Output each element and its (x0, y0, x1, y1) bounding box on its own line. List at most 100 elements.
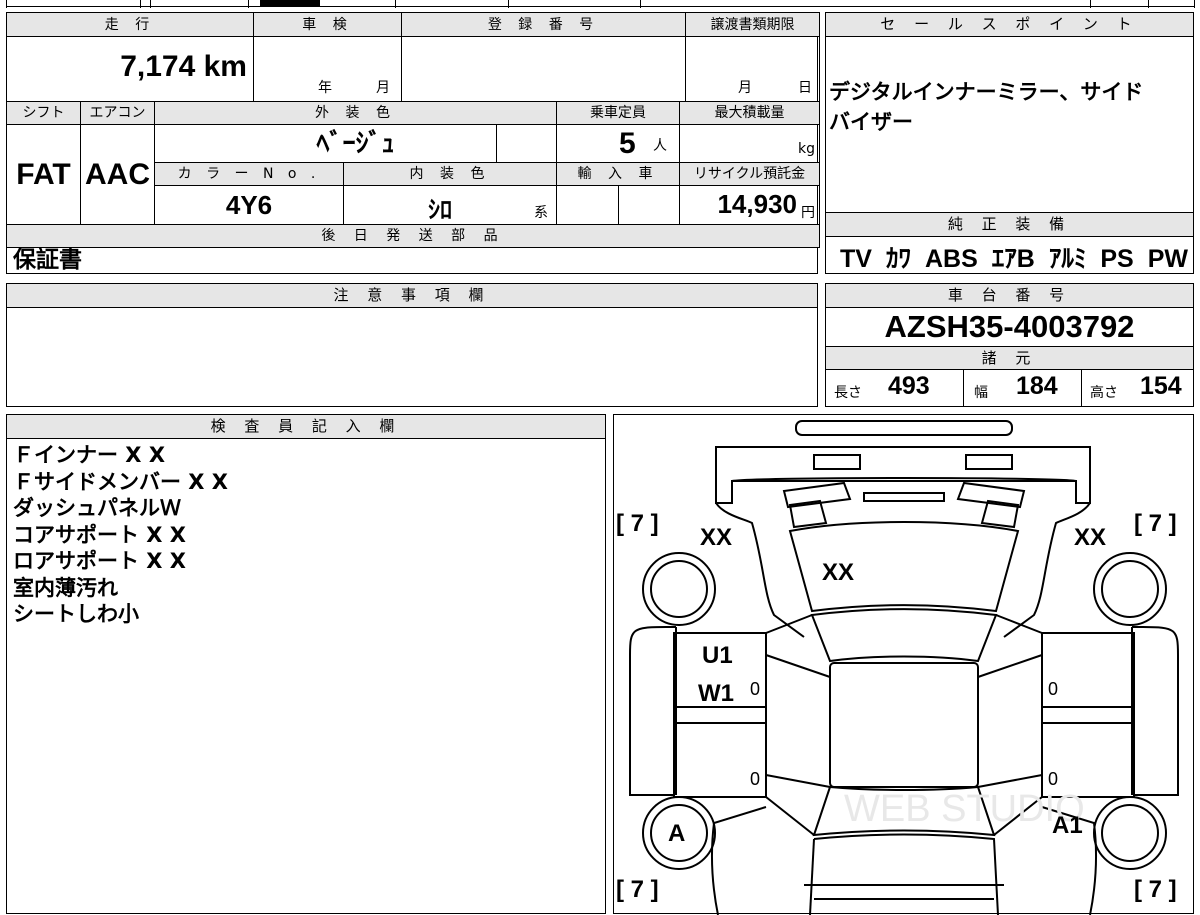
equipment-item: PS (1100, 245, 1134, 273)
recycle-label: リサイクル預託金 (679, 162, 820, 186)
shaken-year: 年 (318, 80, 332, 96)
spec-length: 長さ 493 (826, 370, 964, 406)
aircon-value: AAC (80, 124, 155, 225)
spec-width-value: 184 (1016, 372, 1058, 400)
sales-point-line2: バイザー (829, 110, 913, 134)
interior-color-label: 内 装 色 (343, 162, 557, 186)
capacity-value: 5 人 (556, 124, 680, 163)
equipment-item: PW (1147, 245, 1188, 273)
deadline-value: 月 日 (685, 36, 820, 102)
tire-rl-value: [ 7 ] (616, 876, 659, 903)
max-load-value: kg (679, 124, 820, 163)
chassis-number: AZSH35-4003792 (884, 309, 1135, 344)
deadline-label: 譲渡書類期限 (685, 12, 820, 37)
vehicle-info-table: 走 行 車 検 登 録 番 号 譲渡書類期限 7,174 km 年 月 月 日 … (6, 12, 820, 274)
tire-fl-value: [ 7 ] (616, 510, 659, 537)
mark-right-front-small: 0 (1048, 679, 1058, 699)
shaken-value: 年 月 (253, 36, 402, 102)
mark-left-front-small: 0 (750, 679, 760, 699)
registration-label: 登 録 番 号 (401, 12, 686, 37)
equipment-list: TV ｶﾜ ABS ｴｱB ｱﾙﾐ PS PW (840, 239, 1188, 275)
spec-length-value: 493 (888, 372, 930, 400)
inspector-panel: 検 査 員 記 入 欄 Ｆインナー X X Ｆサイドメンバー X X ダッシュパ… (6, 414, 606, 914)
inspector-label: 検 査 員 記 入 欄 (7, 415, 605, 439)
capacity-unit: 人 (653, 137, 667, 153)
max-load-label: 最大積載量 (679, 101, 820, 125)
tire-fr-value: [ 7 ] (1134, 510, 1177, 537)
mark-left-door-1: U1 (702, 642, 733, 669)
interior-color-suffix: 系 (534, 205, 548, 221)
mileage-label: 走 行 (6, 12, 254, 37)
equipment-item: ABS (924, 245, 978, 273)
chassis-panel: 車 台 番 号 AZSH35-4003792 諸 元 長さ 493 幅 184 … (825, 283, 1194, 407)
car-outline: WEB STUDIO [ 7 ] [ 7 ] [ 7 ] [ 7 ] XX XX… (616, 420, 1179, 915)
sales-point-line1: デジタルインナーミラー、サイド (829, 80, 1144, 104)
recycle-amount: 14,930 (717, 189, 797, 219)
registration-value (401, 36, 686, 102)
exterior-color-extra (496, 124, 557, 163)
inspector-line: ダッシュパネルＷ (13, 496, 181, 520)
shift-label: シフト (6, 101, 81, 125)
max-load-unit: kg (798, 141, 815, 157)
sales-point-panel: セ ー ル ス ポ イ ン ト デジタルインナーミラー、サイド バイザー (825, 12, 1194, 213)
inspector-line: Ｆインナー X X (13, 443, 166, 467)
inspector-lines: Ｆインナー X X Ｆサイドメンバー X X ダッシュパネルＷ コアサポート X… (13, 442, 228, 628)
top-cutoff-strip (0, 0, 1200, 8)
aircon-label: エアコン (80, 101, 155, 125)
spec-width: 幅 184 (964, 370, 1082, 406)
spec-height: 高さ 154 (1082, 370, 1193, 406)
shift-value: FAT (6, 124, 81, 225)
import-value-1 (556, 185, 619, 225)
inspector-line: ロアサポート X X (13, 549, 187, 573)
spec-length-label: 長さ (834, 385, 862, 401)
deadline-day: 日 (798, 80, 812, 96)
mark-right-rear-small: 0 (1048, 769, 1058, 789)
interior-color-text: ｼﾛ (428, 197, 452, 224)
inspector-line: Ｆサイドメンバー X X (13, 469, 229, 494)
spec-height-value: 154 (1140, 372, 1182, 400)
shaken-label: 車 検 (253, 12, 402, 37)
equipment-item: TV (840, 245, 872, 273)
capacity-number: 5 (619, 127, 636, 160)
import-value-2 (618, 185, 680, 225)
color-no-label: カ ラ ー N o . (154, 162, 344, 186)
inspector-line: 室内薄汚れ (13, 575, 118, 600)
mark-left-rear-small: 0 (750, 769, 760, 789)
mark-right-fender: XX (1074, 524, 1106, 551)
spec-height-label: 高さ (1090, 385, 1118, 401)
equipment-item: ｱﾙﾐ (1048, 245, 1087, 273)
shaken-month: 月 (376, 80, 390, 96)
inspector-line: コアサポート X X (13, 522, 187, 547)
recycle-unit: 円 (801, 205, 815, 221)
capacity-label: 乗車定員 (556, 101, 680, 125)
exterior-color-label: 外 装 色 (154, 101, 557, 125)
later-parts-label: 後 日 発 送 部 品 (6, 224, 820, 248)
tire-rr-value: [ 7 ] (1134, 876, 1177, 903)
mark-left-fender: XX (700, 524, 732, 551)
mark-rear-right: A1 (1052, 812, 1083, 839)
later-parts-value: 保証書 (13, 247, 82, 273)
equipment-label: 純 正 装 備 (826, 213, 1193, 237)
mark-rear-left-wheel: A (668, 820, 685, 847)
notes-panel: 注 意 事 項 欄 (6, 283, 818, 407)
mileage-value: 7,174 km (6, 36, 254, 102)
car-damage-diagram: WEB STUDIO [ 7 ] [ 7 ] [ 7 ] [ 7 ] XX XX… (613, 414, 1194, 915)
watermark-text: WEB STUDIO (844, 788, 1085, 830)
color-no-value: 4Y6 (154, 185, 344, 225)
equipment-panel: 純 正 装 備 TV ｶﾜ ABS ｴｱB ｱﾙﾐ PS PW (825, 212, 1194, 274)
notes-label: 注 意 事 項 欄 (7, 284, 817, 308)
deadline-month: 月 (738, 80, 752, 96)
interior-color-value: ｼﾛ 系 (343, 185, 557, 225)
spec-width-label: 幅 (974, 385, 988, 401)
inspector-line: シートしわ小 (13, 602, 139, 626)
exterior-color-value: ﾍﾞｰｼﾞｭ (154, 124, 497, 163)
import-label: 輸 入 車 (556, 162, 680, 186)
recycle-value: 14,930 円 (679, 185, 820, 225)
chassis-label: 車 台 番 号 (826, 284, 1193, 308)
specs-label: 諸 元 (826, 346, 1193, 370)
equipment-item: ｶﾜ (885, 245, 911, 273)
mark-hood: XX (822, 559, 854, 586)
mark-left-door-2: W1 (698, 680, 734, 707)
sales-point-label: セ ー ル ス ポ イ ン ト (826, 13, 1193, 37)
equipment-item: ｴｱB (991, 245, 1035, 273)
